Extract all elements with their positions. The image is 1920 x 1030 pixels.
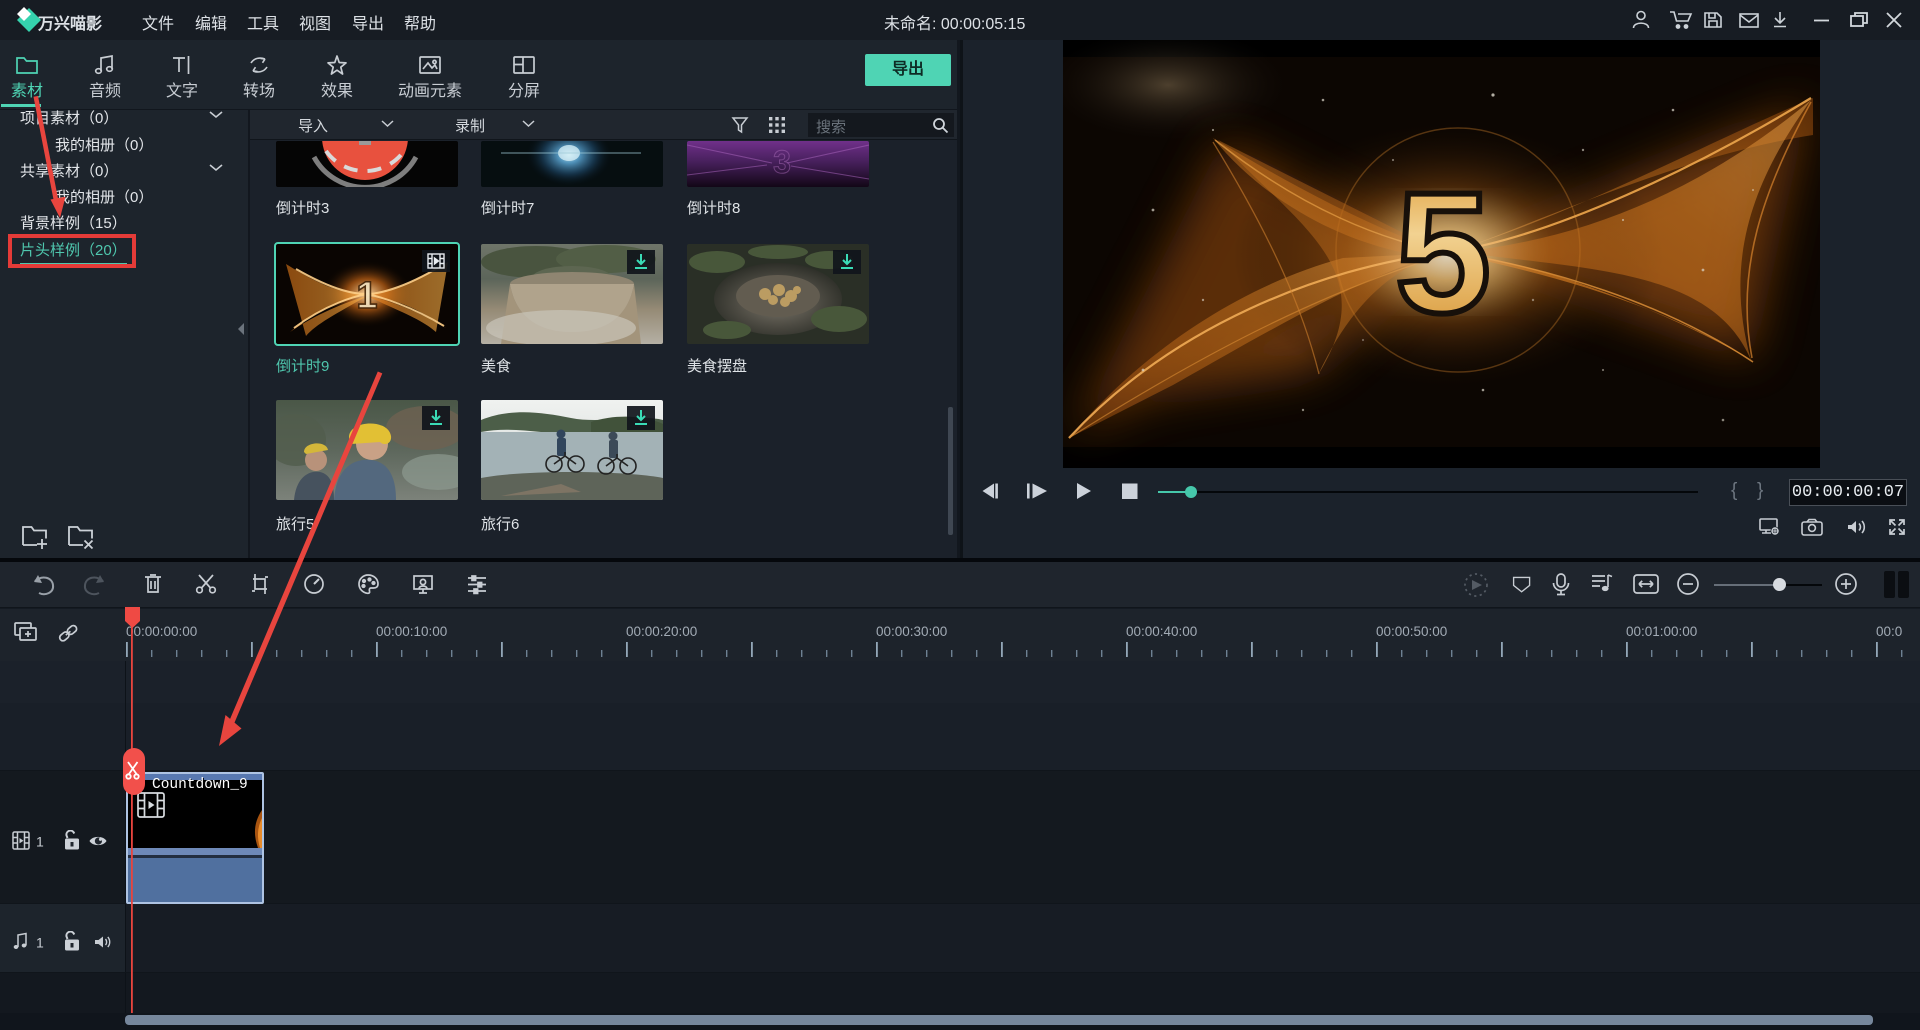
svg-text:00:00:20:00: 00:00:20:00 [626, 624, 697, 639]
svg-text:1: 1 [36, 834, 44, 850]
svg-text:00:00:50:00: 00:00:50:00 [1376, 624, 1447, 639]
svg-text:00:0: 00:0 [1876, 624, 1902, 639]
svg-text:5: 5 [1395, 157, 1491, 349]
svg-text:00:00:30:00: 00:00:30:00 [876, 624, 947, 639]
svg-text:00:00:10:00: 00:00:10:00 [376, 624, 447, 639]
svg-text:00:00:40:00: 00:00:40:00 [1126, 624, 1197, 639]
svg-text:1: 1 [36, 935, 44, 951]
svg-text:3: 3 [773, 144, 791, 180]
svg-text:00:01:00:00: 00:01:00:00 [1626, 624, 1697, 639]
svg-text:00:00:00:00: 00:00:00:00 [126, 624, 197, 639]
svg-text:1: 1 [356, 275, 377, 317]
